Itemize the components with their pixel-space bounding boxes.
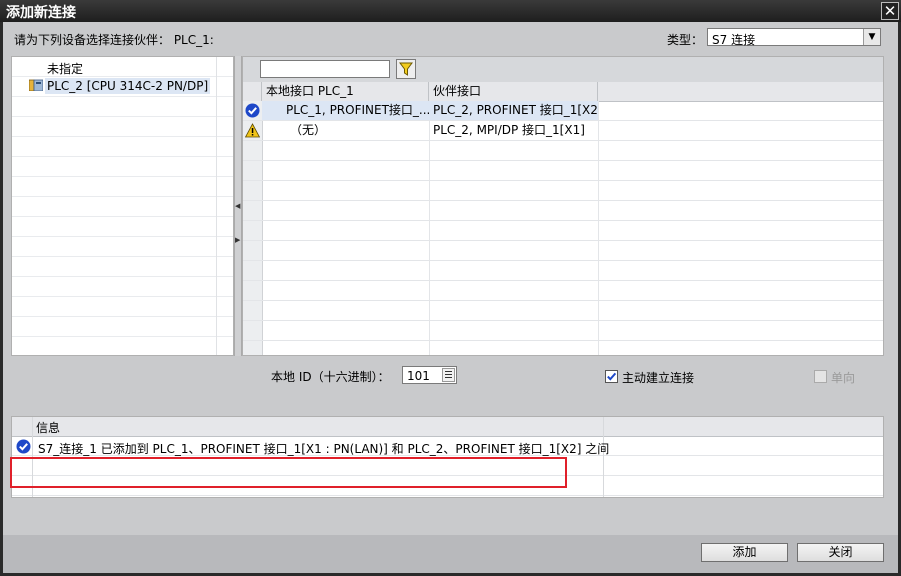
warning-icon <box>245 123 260 138</box>
info-header: 信息 <box>12 417 883 437</box>
device-tree: 未指定 PLC_2 [CPU 314C-2 PN/DP] <box>11 56 234 356</box>
plc-device-icon <box>29 79 43 91</box>
local-id-label: 本地 ID（十六进制）： <box>271 370 390 384</box>
table-row[interactable]: PLC_1, PROFINET接口_... PLC_2, PROFINET 接口… <box>243 101 883 120</box>
chevron-down-icon[interactable]: ▼ <box>863 29 880 45</box>
funnel-icon <box>399 62 413 76</box>
interface-grid: 本地接口 PLC_1 伙伴接口 PLC_1, PROFINET接口_... PL… <box>242 56 884 356</box>
grid-header: 本地接口 PLC_1 伙伴接口 <box>243 82 883 102</box>
local-id-input[interactable]: 101 <box>402 366 457 384</box>
one-way-checkbox[interactable] <box>814 370 827 383</box>
expand-right-icon[interactable]: ▶ <box>235 236 240 244</box>
filter-bar <box>243 57 883 82</box>
connection-type-select[interactable]: S7 连接 ▼ <box>707 28 881 47</box>
list-icon <box>445 371 452 378</box>
active-connection-label[interactable]: 主动建立连接 <box>622 369 694 386</box>
message-highlight-box <box>10 457 567 488</box>
active-connection-checkbox[interactable] <box>605 370 618 383</box>
info-message: S7_连接_1 已添加到 PLC_1、PROFINET 接口_1[X1 : PN… <box>38 442 610 456</box>
local-interface-cell[interactable]: PLC_1, PROFINET接口_... <box>262 101 429 120</box>
local-id-picker-button[interactable] <box>442 368 455 382</box>
close-window-button[interactable]: ✕ <box>881 2 899 20</box>
tree-item-plc2[interactable]: PLC_2 [CPU 314C-2 PN/DP] <box>45 78 211 94</box>
close-button[interactable]: 关闭 <box>797 543 884 562</box>
type-label: 类型： <box>667 33 704 47</box>
filter-button[interactable] <box>396 59 416 79</box>
table-row[interactable]: （无） PLC_2, MPI/DP 接口_1[X1] <box>243 121 883 140</box>
one-way-label: 单向 <box>831 371 856 385</box>
checkmark-icon <box>607 372 617 381</box>
column-partner-interface[interactable]: 伙伴接口 <box>429 82 598 101</box>
add-button[interactable]: 添加 <box>701 543 788 562</box>
panel-splitter[interactable]: ◀ ▶ <box>234 56 242 356</box>
ok-check-icon <box>245 103 260 118</box>
close-icon: ✕ <box>883 2 897 20</box>
local-id-value: 101 <box>407 369 430 383</box>
local-interface-cell[interactable]: （无） <box>262 121 429 140</box>
dialog-title: 添加新连接 <box>6 5 76 21</box>
column-local-interface[interactable]: 本地接口 PLC_1 <box>262 82 429 101</box>
partner-interface-cell[interactable]: PLC_2, PROFINET 接口_1[X2] <box>429 101 598 120</box>
tree-item-unassigned[interactable]: 未指定 <box>47 60 83 77</box>
collapse-left-icon[interactable]: ◀ <box>235 202 240 210</box>
title-bar: 添加新连接 ✕ <box>0 0 901 22</box>
ok-check-icon <box>16 439 31 454</box>
partner-interface-cell[interactable]: PLC_2, MPI/DP 接口_1[X1] <box>429 121 598 140</box>
filter-input[interactable] <box>260 60 390 78</box>
info-header-label: 信息 <box>36 421 61 435</box>
partner-prompt: 请为下列设备选择连接伙伴： PLC_1: <box>14 33 214 47</box>
connection-type-value: S7 连接 <box>712 33 756 47</box>
